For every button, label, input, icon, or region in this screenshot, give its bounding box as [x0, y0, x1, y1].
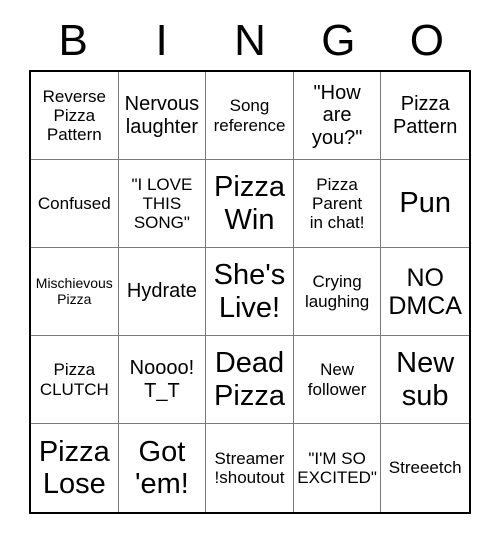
bingo-cell[interactable]: NO DMCA	[381, 248, 469, 336]
bingo-cell-label: Pun	[399, 187, 451, 220]
bingo-cell[interactable]: Pizza Lose	[31, 424, 119, 512]
bingo-cell[interactable]: "How are you?"	[293, 72, 382, 160]
bingo-cell[interactable]: Pizza Parent in chat!	[293, 160, 382, 248]
bingo-cell-label: "I LOVE THIS SONG"	[131, 174, 193, 233]
bingo-cell[interactable]: Got 'em!	[118, 424, 207, 512]
bingo-header-letter-i: I	[155, 16, 168, 65]
bingo-cell[interactable]: Streamer !shoutout	[206, 424, 294, 512]
bingo-cell-label: New follower	[307, 360, 367, 399]
bingo-header-letter-o: O	[409, 16, 444, 65]
bingo-cell[interactable]: Pizza CLUTCH	[31, 336, 119, 424]
bingo-cell-label: Hydrate	[126, 280, 197, 303]
bingo-cell-label: Pizza CLUTCH	[39, 360, 109, 399]
bingo-cell[interactable]: Hydrate	[118, 248, 207, 336]
bingo-cell-label: Pizza Lose	[38, 435, 110, 500]
bingo-cell-label: Streamer !shoutout	[214, 448, 285, 487]
bingo-cell-label: "I'M SO EXCITED"	[297, 448, 377, 487]
bingo-cell-label: Pizza Parent in chat!	[309, 174, 365, 233]
bingo-cell[interactable]: New follower	[293, 336, 382, 424]
bingo-cell[interactable]: Mischievous Pizza	[31, 248, 119, 336]
bingo-cell[interactable]: Pizza Win	[206, 160, 294, 248]
bingo-card: B I N G O Reverse Pizza Pattern Nervous laugh…	[0, 0, 500, 544]
bingo-grid: Reverse Pizza Pattern Nervous laughter Son…	[29, 70, 471, 514]
bingo-cell-label: Pizza Pattern	[392, 93, 458, 138]
bingo-cell-label: Crying laughing	[304, 272, 370, 311]
bingo-cell-label: She's Live!	[213, 259, 286, 324]
bingo-cell-label: Got 'em!	[134, 435, 189, 500]
bingo-header-letter-g: G	[321, 16, 356, 65]
bingo-cell[interactable]: "I'M SO EXCITED"	[293, 424, 382, 512]
bingo-cell[interactable]: Crying laughing	[293, 248, 382, 336]
bingo-cell-label: Confused	[37, 193, 111, 213]
bingo-cell-label: Noooo! T_T	[129, 357, 195, 402]
bingo-cell[interactable]: New sub	[381, 336, 469, 424]
bingo-cell-label: Song reference	[213, 96, 286, 135]
bingo-header-letter-b: B	[58, 16, 88, 65]
bingo-cell[interactable]: Confused	[31, 160, 119, 248]
bingo-cell-label: NO DMCA	[388, 263, 462, 320]
bingo-cell-label: Mischievous Pizza	[35, 274, 113, 307]
bingo-header-letter-n: N	[234, 16, 266, 65]
bingo-cell-label: Dead Pizza	[214, 347, 285, 412]
bingo-cell[interactable]: She's Live!	[206, 248, 294, 336]
bingo-cell[interactable]: Nervous laughter	[118, 72, 207, 160]
bingo-cell[interactable]: Pizza Pattern	[381, 72, 469, 160]
bingo-cell[interactable]: Noooo! T_T	[118, 336, 207, 424]
bingo-cell-label: "How are you?"	[311, 81, 363, 149]
bingo-cell[interactable]: Reverse Pizza Pattern	[31, 72, 119, 160]
bingo-cell-label: Pizza Win	[214, 171, 285, 236]
bingo-cell[interactable]: "I LOVE THIS SONG"	[118, 160, 207, 248]
bingo-cell-label: New sub	[396, 347, 455, 412]
bingo-cell-label: Nervous laughter	[124, 93, 200, 138]
bingo-header: BINGO	[29, 12, 471, 70]
bingo-cell[interactable]: Streeetch	[381, 424, 469, 512]
bingo-cell[interactable]: Dead Pizza	[206, 336, 294, 424]
bingo-cell-label: Streeetch	[388, 458, 462, 478]
bingo-cell[interactable]: Pun	[381, 160, 469, 248]
bingo-cell-label: Reverse Pizza Pattern	[42, 86, 106, 145]
bingo-cell[interactable]: Song reference	[206, 72, 294, 160]
